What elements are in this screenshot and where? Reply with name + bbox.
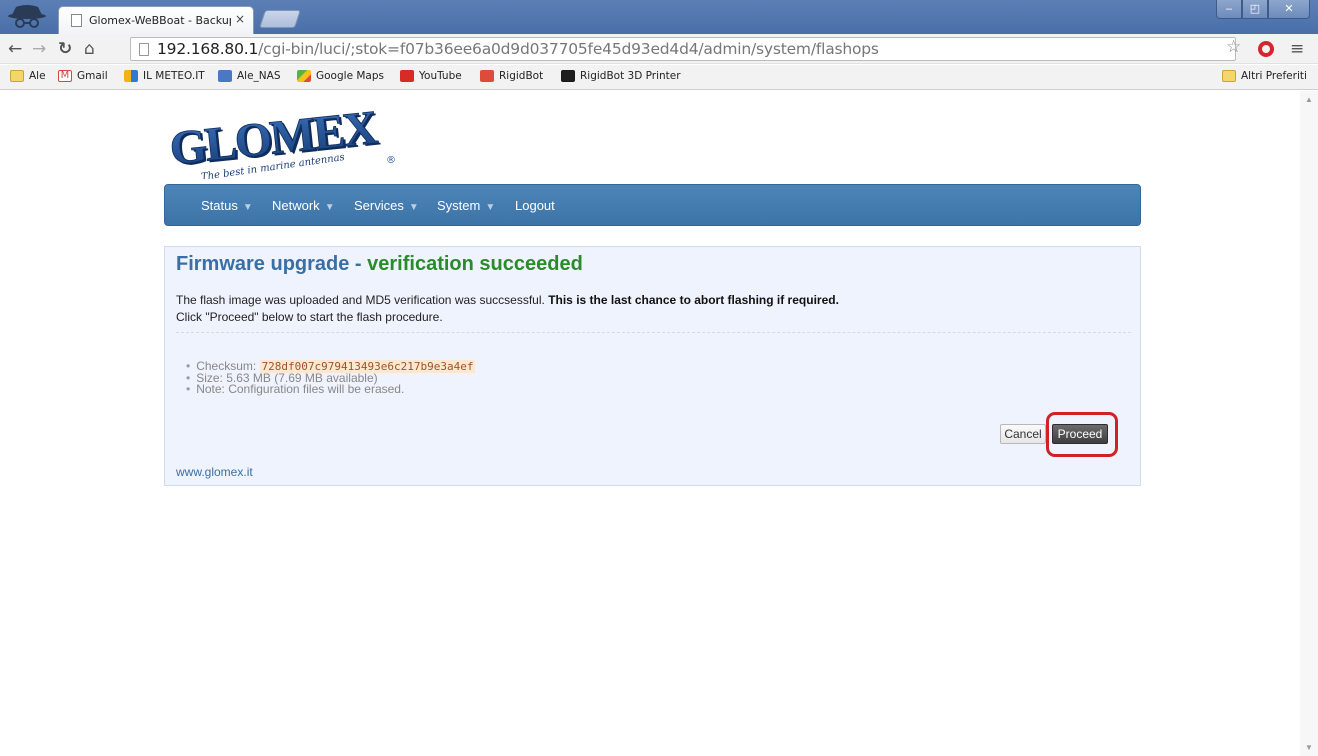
url-path: /cgi-bin/luci/;stok=f07b36ee6a0d9d037705…: [258, 40, 879, 58]
bookmark-label: Ale: [29, 70, 46, 82]
page-title: Firmware upgrade - verification succeede…: [176, 253, 583, 276]
proceed-highlight-annotation: [1046, 412, 1118, 457]
page-title-prefix: Firmware upgrade -: [176, 253, 368, 275]
bookmark-ale-nas[interactable]: Ale_NAS: [218, 70, 281, 82]
nav-system-label: System: [437, 198, 481, 213]
folder-icon: [10, 70, 24, 82]
description-text: The flash image was uploaded and MD5 ver…: [176, 293, 549, 307]
minimize-button[interactable]: ‒: [1216, 0, 1242, 19]
scroll-up-icon[interactable]: ▲: [1305, 95, 1313, 104]
google-maps-icon: [297, 70, 311, 82]
ilmeteo-icon: [124, 70, 138, 82]
bookmark-star-icon[interactable]: ☆: [1226, 37, 1241, 57]
svg-text:®: ®: [386, 155, 396, 166]
bookmark-rigidbot[interactable]: RigidBot: [480, 70, 543, 82]
upgrade-description: The flash image was uploaded and MD5 ver…: [176, 292, 1126, 326]
page-viewport: GLOMEX GLOMEX The best in marine antenna…: [0, 91, 1300, 756]
browser-toolbar: ← → ↻ ⌂ 192.168.80.1/cgi-bin/luci/;stok=…: [0, 34, 1318, 64]
bookmark-rigidbot-3d[interactable]: RigidBot 3D Printer: [561, 70, 681, 82]
bookmark-google-maps[interactable]: Google Maps: [297, 70, 384, 82]
bookmark-ale[interactable]: Ale: [10, 70, 46, 82]
firmware-info-list: Checksum: 728df007c979413493e6c217b9e3a4…: [186, 360, 476, 396]
nav-status-label: Status: [201, 198, 238, 213]
bookmark-label: IL METEO.IT: [143, 70, 205, 82]
nav-services-label: Services: [354, 198, 404, 213]
incognito-icon: [8, 5, 46, 28]
bookmark-label: RigidBot 3D Printer: [580, 70, 681, 82]
gmail-icon: M: [58, 70, 72, 82]
other-bookmarks[interactable]: Altri Preferiti: [1222, 70, 1307, 82]
folder-icon: [1222, 70, 1236, 82]
nav-network-label: Network: [272, 198, 320, 213]
forward-arrow-icon[interactable]: →: [32, 39, 46, 59]
reload-icon[interactable]: ↻: [58, 39, 72, 59]
bookmark-label: Gmail: [77, 70, 108, 82]
bookmark-ilmeteo[interactable]: IL METEO.IT: [124, 70, 205, 82]
tab-close-icon[interactable]: ×: [235, 12, 245, 26]
kickstarter-icon: [561, 70, 575, 82]
url-host: 192.168.80.1: [157, 40, 259, 58]
home-icon[interactable]: ⌂: [84, 39, 95, 59]
nav-network[interactable]: Network ▼: [272, 198, 335, 213]
cancel-button[interactable]: Cancel: [1000, 424, 1046, 444]
nav-status[interactable]: Status ▼: [201, 198, 253, 213]
main-navbar: Status ▼ Network ▼ Services ▼ System ▼ Logou…: [164, 184, 1141, 226]
caret-down-icon: ▼: [324, 202, 335, 213]
glomex-logo: GLOMEX GLOMEX The best in marine antenna…: [170, 109, 396, 179]
bookmark-label: Ale_NAS: [237, 70, 281, 82]
browser-tab[interactable]: Glomex-WeBBoat - Backup ×: [58, 6, 254, 34]
nav-logout[interactable]: Logout: [515, 198, 555, 213]
note-item: Note: Configuration files will be erased…: [186, 383, 475, 396]
restore-button[interactable]: ◰: [1242, 0, 1268, 19]
footer-link[interactable]: www.glomex.it: [176, 465, 253, 479]
window-controls: ‒ ◰ ✕: [1216, 0, 1310, 20]
bookmark-gmail[interactable]: M Gmail: [58, 70, 108, 82]
browser-titlebar: Glomex-WeBBoat - Backup × ‒ ◰ ✕: [0, 0, 1318, 34]
scroll-down-icon[interactable]: ▼: [1305, 743, 1313, 752]
address-bar[interactable]: 192.168.80.1/cgi-bin/luci/;stok=f07b36ee…: [130, 37, 1236, 61]
dsm-icon: [218, 70, 232, 82]
youtube-icon: [400, 70, 414, 82]
tab-title: Glomex-WeBBoat - Backup: [89, 14, 231, 27]
section-divider: [176, 332, 1131, 333]
close-window-button[interactable]: ✕: [1268, 0, 1310, 19]
bookmark-label: YouTube: [419, 70, 462, 82]
google-plus-icon: [480, 70, 494, 82]
description-instruction: Click "Proceed" below to start the flash…: [176, 310, 443, 324]
caret-down-icon: ▼: [242, 202, 253, 213]
bookmark-label: Google Maps: [316, 70, 384, 82]
nav-system[interactable]: System ▼: [437, 198, 495, 213]
back-arrow-icon[interactable]: ←: [8, 39, 22, 59]
bookmarks-bar: Ale M Gmail IL METEO.IT Ale_NAS Google M…: [0, 65, 1318, 90]
page-info-icon: [139, 43, 149, 56]
new-tab-button[interactable]: [259, 10, 301, 28]
vertical-scrollbar[interactable]: ▲ ▼: [1300, 91, 1318, 756]
description-warning: This is the last chance to abort flashin…: [548, 293, 839, 307]
bookmark-youtube[interactable]: YouTube: [400, 70, 462, 82]
opera-extension-icon[interactable]: [1258, 41, 1274, 57]
page-icon: [71, 14, 82, 27]
caret-down-icon: ▼: [408, 202, 419, 213]
other-bookmarks-label: Altri Preferiti: [1241, 70, 1307, 82]
menu-icon[interactable]: ≡: [1290, 39, 1304, 59]
bookmark-label: RigidBot: [499, 70, 544, 82]
verification-status: verification succeeded: [367, 253, 583, 275]
firmware-upgrade-panel: Firmware upgrade - verification succeede…: [164, 246, 1141, 486]
nav-services[interactable]: Services ▼: [354, 198, 419, 213]
caret-down-icon: ▼: [485, 202, 496, 213]
url-text: 192.168.80.1/cgi-bin/luci/;stok=f07b36ee…: [157, 40, 879, 58]
